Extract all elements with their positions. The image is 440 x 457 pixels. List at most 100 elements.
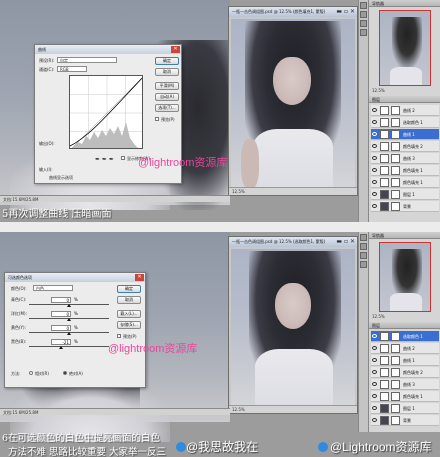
tool-icon[interactable]	[360, 243, 367, 250]
eye-icon[interactable]	[372, 204, 377, 208]
eye-icon[interactable]	[372, 394, 377, 398]
layers-tab[interactable]: 图层	[369, 96, 440, 103]
layer-row[interactable]: 曲线 1	[371, 129, 439, 140]
document-title-bar[interactable]: 一瓶一击色调组图.psd @ 12.5% (选取颜色1, 蒙版) ▬ ▫ ✕	[229, 237, 357, 247]
tool-icon[interactable]	[360, 20, 367, 27]
layer-mask[interactable]	[391, 130, 400, 139]
slider-knob[interactable]	[67, 304, 71, 307]
navigator-zoom[interactable]: 12.5%	[372, 88, 438, 95]
layers-tab[interactable]: 图层	[369, 322, 440, 329]
display-options-label[interactable]: 曲线显示选项	[49, 175, 73, 181]
layer-mask[interactable]	[391, 344, 400, 353]
save-button[interactable]: 存储(S)...	[117, 321, 141, 329]
navigator-thumbnail[interactable]	[379, 10, 431, 86]
auto-button[interactable]: 自动(A)	[155, 93, 179, 101]
eye-icon[interactable]	[372, 192, 377, 196]
selective-dialog-title-bar[interactable]: 可选颜色选项 ✕	[5, 273, 145, 282]
ok-button[interactable]: 确定	[117, 285, 141, 293]
navigator-tab[interactable]: 导航器	[369, 232, 440, 239]
layer-row[interactable]: 颜色填充 2	[371, 367, 439, 378]
layer-row[interactable]: 颜色填充 1	[371, 177, 439, 188]
navigator-tab[interactable]: 导航器	[369, 0, 440, 7]
layer-mask[interactable]	[391, 380, 400, 389]
slider-value[interactable]: -21	[51, 339, 71, 345]
load-button[interactable]: 载入(L)...	[117, 310, 141, 318]
preview-checkbox[interactable]	[155, 117, 159, 121]
eyedropper-icons[interactable]: ✒ ✒ ✒	[95, 156, 114, 163]
eye-icon[interactable]	[372, 406, 377, 410]
tool-icon[interactable]	[360, 252, 367, 259]
layer-row[interactable]: 背景	[371, 201, 439, 212]
layer-row[interactable]: 曲线 2	[371, 105, 439, 116]
slider-value[interactable]: 0	[51, 311, 71, 317]
layer-mask[interactable]	[391, 178, 400, 187]
layer-row[interactable]: 曲线 3	[371, 379, 439, 390]
eye-icon[interactable]	[372, 156, 377, 160]
eye-icon[interactable]	[372, 382, 377, 386]
relative-radio[interactable]	[29, 371, 33, 375]
slider-knob[interactable]	[59, 346, 63, 349]
layer-mask[interactable]	[391, 154, 400, 163]
layer-mask[interactable]	[391, 356, 400, 365]
layer-mask[interactable]	[391, 392, 400, 401]
layer-row[interactable]: 图层 1	[371, 403, 439, 414]
document-photo[interactable]	[231, 19, 355, 187]
tool-icon[interactable]	[360, 2, 367, 9]
cancel-button[interactable]: 取消	[117, 296, 141, 304]
eye-icon[interactable]	[372, 370, 377, 374]
slider-row-magenta[interactable]: 洋红(M): 0 %	[11, 311, 121, 321]
document-window[interactable]: 一瓶一击色调组图.psd @ 12.5% (选取颜色1, 蒙版) ▬ ▫ ✕ 1…	[228, 236, 358, 414]
document-photo[interactable]	[231, 249, 355, 405]
document-window[interactable]: 一瓶一击色调组图.psd @ 12.5% (颜色填充1, 蒙版) ▬ ▫ ✕ 1…	[228, 6, 358, 196]
eye-icon[interactable]	[372, 132, 377, 136]
layer-row[interactable]: 曲线 1	[371, 355, 439, 366]
preset-select[interactable]: 自定	[57, 57, 117, 63]
eye-icon[interactable]	[372, 168, 377, 172]
layer-mask[interactable]	[391, 202, 400, 211]
layer-mask[interactable]	[391, 106, 400, 115]
smooth-button[interactable]: 平滑(M)	[155, 82, 179, 90]
eye-icon[interactable]	[372, 108, 377, 112]
close-icon[interactable]: ✕	[171, 46, 180, 53]
window-controls[interactable]: ▬ ▫ ✕	[336, 8, 355, 15]
layer-mask[interactable]	[391, 190, 400, 199]
layer-mask[interactable]	[391, 416, 400, 425]
eye-icon[interactable]	[372, 346, 377, 350]
navigator-zoom[interactable]: 12.5%	[372, 314, 438, 321]
layer-mask[interactable]	[391, 166, 400, 175]
preview-checkbox[interactable]	[117, 334, 121, 338]
cancel-button[interactable]: 取消	[155, 68, 179, 76]
tool-icon[interactable]	[360, 261, 367, 268]
eye-icon[interactable]	[372, 144, 377, 148]
channel-select[interactable]: RGB	[57, 66, 87, 72]
layer-mask[interactable]	[391, 332, 400, 341]
layer-mask[interactable]	[391, 368, 400, 377]
eye-icon[interactable]	[372, 358, 377, 362]
slider-track[interactable]	[29, 346, 109, 347]
ok-button[interactable]: 确定	[155, 57, 179, 65]
slider-knob[interactable]	[67, 318, 71, 321]
absolute-radio[interactable]	[63, 371, 67, 375]
layer-row[interactable]: 选取颜色 1	[371, 117, 439, 128]
layer-mask[interactable]	[391, 404, 400, 413]
navigator-thumbnail[interactable]	[379, 242, 431, 312]
color-select[interactable]: 白色	[33, 285, 73, 291]
tool-icon[interactable]	[360, 29, 367, 36]
layer-row[interactable]: 颜色填充 1	[371, 165, 439, 176]
layer-row[interactable]: 背景	[371, 415, 439, 426]
layer-row[interactable]: 颜色填充 2	[371, 141, 439, 152]
layer-row[interactable]: 曲线 2	[371, 343, 439, 354]
tool-icon[interactable]	[360, 11, 367, 18]
layer-mask[interactable]	[391, 142, 400, 151]
slider-row-black[interactable]: 黑色(B): -21 %	[11, 339, 121, 349]
layer-row[interactable]: 图层 1	[371, 189, 439, 200]
slider-row-yellow[interactable]: 黄色(Y): 0 %	[11, 325, 121, 335]
layer-row[interactable]: 曲线 3	[371, 153, 439, 164]
show-clipping-checkbox[interactable]	[121, 156, 125, 160]
options-button[interactable]: 选项(T)...	[155, 104, 179, 112]
layer-row[interactable]: 颜色填充 1	[371, 391, 439, 402]
slider-row-cyan[interactable]: 青色(C): 0 %	[11, 297, 121, 307]
layer-row[interactable]: 选取颜色 1	[371, 331, 439, 342]
eye-icon[interactable]	[372, 180, 377, 184]
curves-graph[interactable]	[69, 75, 143, 149]
